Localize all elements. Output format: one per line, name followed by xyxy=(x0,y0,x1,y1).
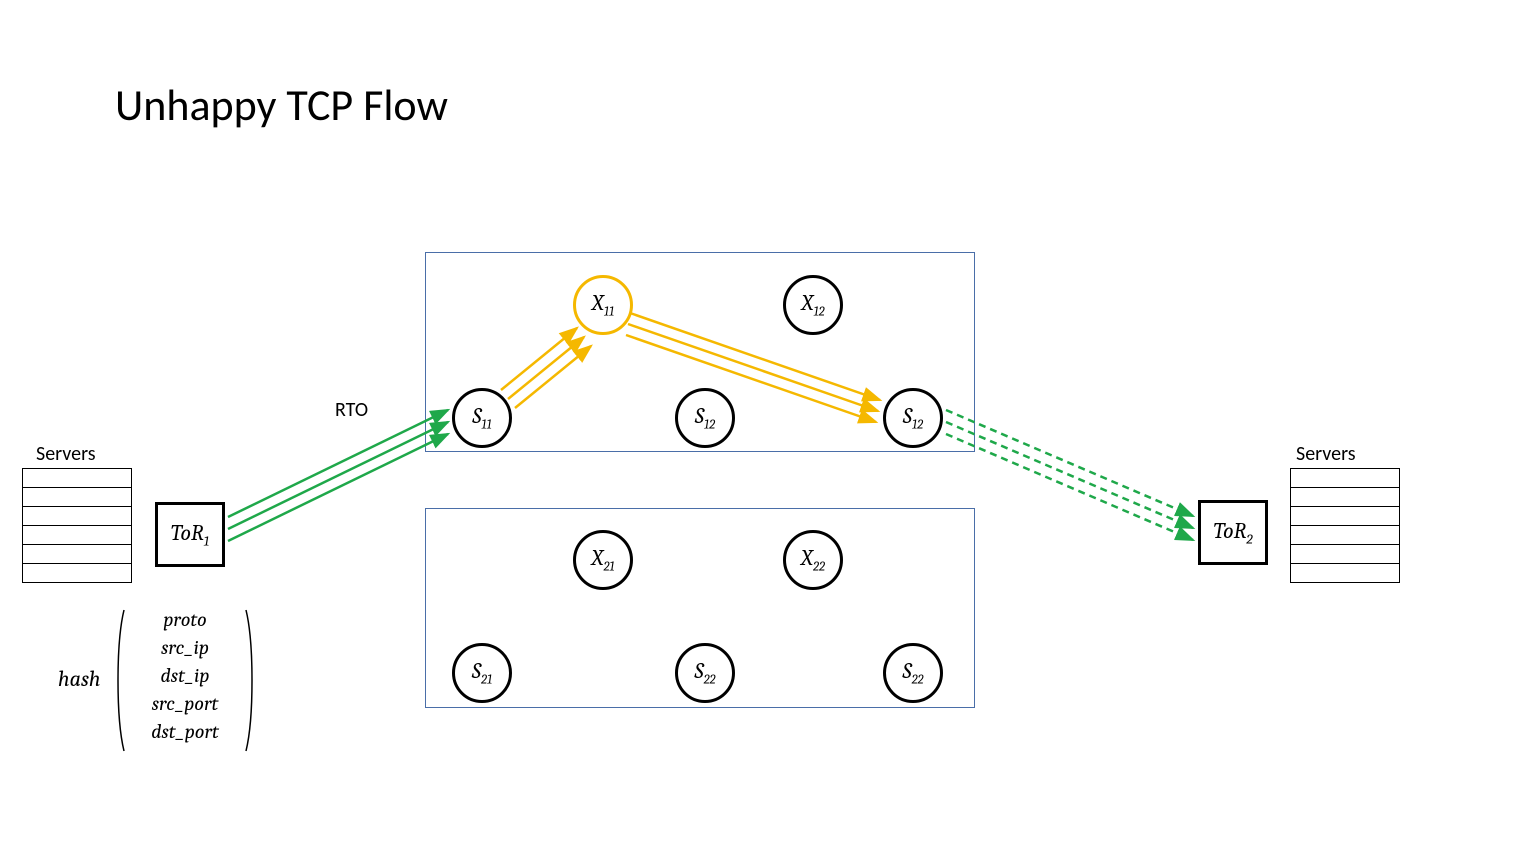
node-s21: S21 xyxy=(452,643,512,703)
server-row xyxy=(1290,468,1400,488)
tor1-box: ToR1 xyxy=(155,502,225,567)
right-server-stack xyxy=(1290,468,1400,582)
tor2-box: ToR2 xyxy=(1198,500,1268,565)
tor1-label: ToR1 xyxy=(171,520,209,549)
hash-tuple-item: dst_port xyxy=(130,718,240,746)
hash-tuple-item: proto xyxy=(130,606,240,634)
hash-tuple-item: dst_ip xyxy=(130,662,240,690)
server-row xyxy=(1290,525,1400,545)
node-x22: X22 xyxy=(783,530,843,590)
node-s11: S11 xyxy=(452,388,512,448)
server-row xyxy=(22,487,132,507)
node-s22a: S22 xyxy=(675,643,735,703)
paren-right-icon xyxy=(244,608,256,753)
server-row xyxy=(22,468,132,488)
node-s22b: S22 xyxy=(883,643,943,703)
node-x12: X12 xyxy=(783,275,843,335)
hash-label: hash xyxy=(58,666,101,692)
tor2-label: ToR2 xyxy=(1213,518,1252,547)
node-x21: X21 xyxy=(573,530,633,590)
server-row xyxy=(1290,563,1400,583)
left-server-stack xyxy=(22,468,132,582)
node-x11: X11 xyxy=(573,275,633,335)
server-row xyxy=(22,506,132,526)
server-row xyxy=(22,544,132,564)
left-servers-label: Servers xyxy=(36,442,96,466)
node-s12a: S12 xyxy=(675,388,735,448)
hash-tuple: proto src_ip dst_ip src_port dst_port xyxy=(130,606,240,746)
hash-tuple-item: src_port xyxy=(130,690,240,718)
rto-label: RTO xyxy=(335,398,368,422)
server-row xyxy=(1290,487,1400,507)
paren-left-icon xyxy=(114,608,126,753)
slide-title: Unhappy TCP Flow xyxy=(115,78,448,132)
hash-tuple-item: src_ip xyxy=(130,634,240,662)
server-row xyxy=(22,525,132,545)
server-row xyxy=(22,563,132,583)
right-servers-label: Servers xyxy=(1296,442,1356,466)
server-row xyxy=(1290,544,1400,564)
server-row xyxy=(1290,506,1400,526)
node-s12b: S12 xyxy=(883,388,943,448)
